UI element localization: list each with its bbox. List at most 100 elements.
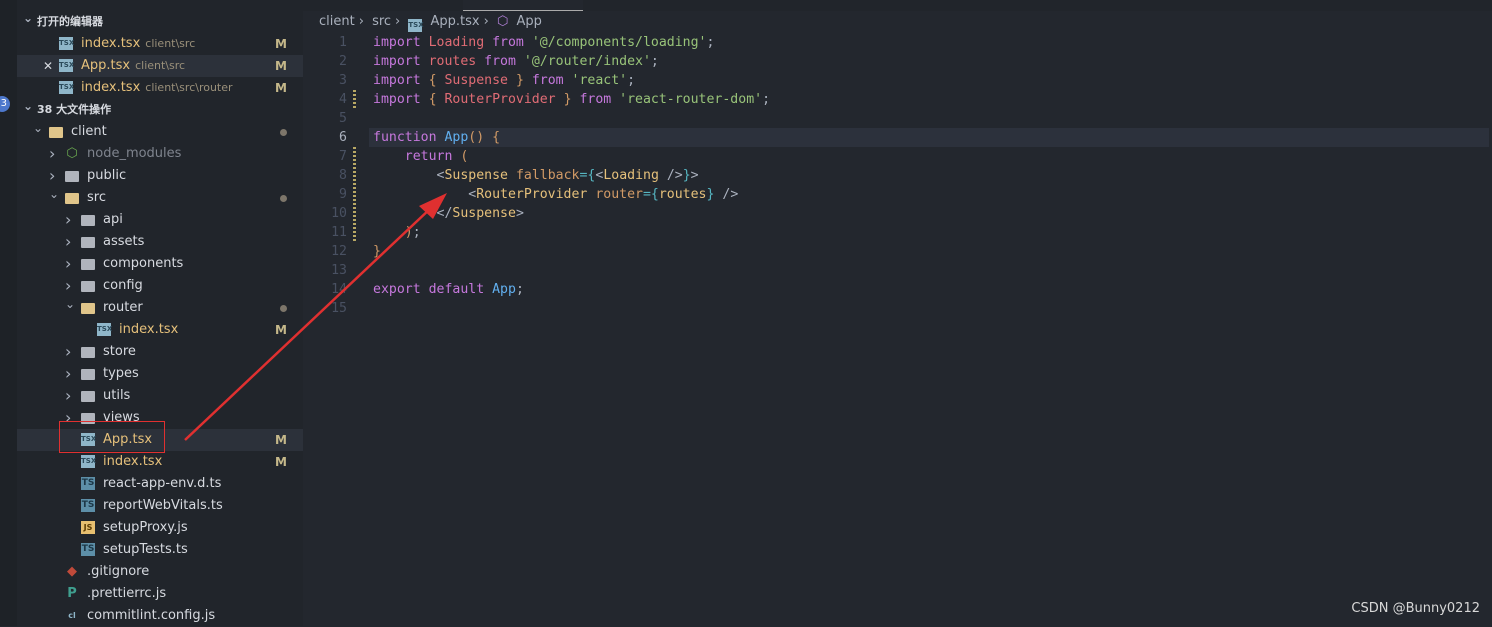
code-line[interactable]: } [373, 242, 381, 261]
tree-item-store[interactable]: › store [17, 341, 303, 363]
tree-item--gitignore[interactable]: ◆ .gitignore [17, 561, 303, 583]
chevron-right-icon[interactable]: › [65, 231, 75, 253]
code-line[interactable]: export default App; [373, 280, 524, 299]
section-open-editors[interactable]: ⌄ 打开的编辑器 [17, 11, 303, 33]
code-token: } [508, 73, 532, 88]
code-line[interactable]: import { Suspense } from 'react'; [373, 71, 635, 90]
file-name: assets [103, 234, 145, 249]
tree-item-reportwebvitals-ts[interactable]: TS reportWebVitals.ts [17, 495, 303, 517]
file-name: commitlint.config.js [87, 608, 216, 623]
line-number: 8 [339, 168, 347, 183]
breadcrumb-src[interactable]: src [372, 14, 391, 29]
chevron-right-icon[interactable]: › [65, 253, 75, 275]
tree-item-config[interactable]: › config [17, 275, 303, 297]
code-token: import [373, 73, 421, 88]
file-label: index.tsx client\src\router [81, 77, 233, 99]
tree-item--prettierrc-js[interactable]: P .prettierrc.js [17, 583, 303, 605]
breadcrumb-symbol[interactable]: App [516, 14, 541, 29]
chevron-right-icon[interactable]: › [65, 209, 75, 231]
tsx-file-icon: TSX [59, 59, 74, 72]
code-line[interactable]: </Suspense> [373, 204, 524, 223]
tree-item-types[interactable]: › types [17, 363, 303, 385]
tree-item-utils[interactable]: › utils [17, 385, 303, 407]
breadcrumb-client[interactable]: client [319, 14, 355, 29]
modified-dot-icon [280, 129, 287, 136]
file-name: components [103, 256, 184, 271]
code-line[interactable]: import Loading from '@/components/loadin… [373, 33, 714, 52]
file-name: index.tsx [81, 80, 141, 95]
file-name: config [103, 278, 143, 293]
tab-app-tsx[interactable] [463, 0, 583, 11]
tree-item-components[interactable]: › components [17, 253, 303, 275]
source-control-badge: 3 [0, 96, 10, 112]
line-number: 5 [339, 111, 347, 126]
code-token: default [420, 282, 485, 297]
line-number: 7 [339, 149, 347, 164]
chevron-right-icon[interactable]: › [65, 385, 75, 407]
code-token: > [515, 206, 524, 221]
line-number: 2 [339, 54, 347, 69]
code-token: } [555, 92, 580, 107]
line-number: 6 [339, 130, 347, 145]
section-workspace[interactable]: ⌄ 38 大文件操作 [17, 99, 303, 121]
code-token: Suspense [452, 206, 516, 221]
tree-item-api[interactable]: › api [17, 209, 303, 231]
code-line[interactable]: ); [373, 223, 421, 242]
ts-file-icon: TS [81, 543, 95, 556]
tree-item-commitlint-config-js[interactable]: cl commitlint.config.js [17, 605, 303, 627]
git-status-modified: M [275, 455, 287, 469]
chevron-right-icon[interactable]: › [49, 143, 59, 165]
tree-item-src[interactable]: ⌄ src [17, 187, 303, 209]
code-line[interactable]: import routes from '@/router/index'; [373, 52, 659, 71]
open-editor-item[interactable]: ✕ TSX App.tsx client\src M [17, 55, 303, 77]
folder-icon [81, 391, 95, 402]
folder-icon [81, 237, 95, 248]
code-token: ; [627, 73, 636, 88]
close-icon[interactable]: ✕ [43, 55, 53, 77]
section-title: 38 大文件操作 [37, 103, 112, 116]
tree-item-setupproxy-js[interactable]: JS setupProxy.js [17, 517, 303, 539]
folder-icon [81, 347, 95, 358]
chevron-down-icon[interactable]: ⌄ [33, 117, 43, 139]
chevron-right-icon[interactable]: › [65, 341, 75, 363]
code-token: Suspense [444, 73, 508, 88]
open-editor-item[interactable]: TSX index.tsx client\src\router M [17, 77, 303, 99]
code-token: /> [658, 168, 683, 183]
code-line[interactable]: <RouterProvider router={routes} /> [373, 185, 738, 204]
tree-item-assets[interactable]: › assets [17, 231, 303, 253]
code-line[interactable]: import { RouterProvider } from 'react-ro… [373, 90, 770, 109]
editor: client › src › TSX App.tsx › ⬡ App 1 import … [303, 0, 1492, 626]
tree-item-index-tsx[interactable]: TSX index.tsx M [17, 319, 303, 341]
tree-item-index-tsx[interactable]: TSX index.tsx M [17, 451, 303, 473]
chevron-down-icon[interactable]: ⌄ [65, 293, 75, 315]
tree-item-client[interactable]: ⌄ client [17, 121, 303, 143]
activity-bar: 3 [0, 0, 17, 626]
code-token: { [484, 130, 501, 145]
git-status-modified: M [275, 433, 287, 447]
tree-item-react-app-env-d-ts[interactable]: TS react-app-env.d.ts [17, 473, 303, 495]
file-name: router [103, 300, 143, 315]
chevron-down-icon[interactable]: ⌄ [49, 183, 59, 205]
tree-item-router[interactable]: ⌄ router [17, 297, 303, 319]
file-name: index.tsx [81, 36, 141, 51]
folder-open-icon [81, 303, 95, 314]
file-name: store [103, 344, 136, 359]
tree-item-setuptests-ts[interactable]: TS setupTests.ts [17, 539, 303, 561]
code-line[interactable]: function App() { [373, 128, 500, 147]
tree-item-node-modules[interactable]: › ⬡ node_modules [17, 143, 303, 165]
code-line[interactable]: <Suspense fallback={<Loading />}> [373, 166, 699, 185]
code-token: ; [706, 35, 715, 50]
tsx-file-icon: TSX [97, 323, 112, 336]
code-token: ; [762, 92, 771, 107]
breadcrumb-file[interactable]: App.tsx [431, 14, 480, 29]
tsx-file-icon: TSX [81, 455, 96, 468]
section-title: 打开的编辑器 [37, 15, 103, 28]
code-line[interactable]: return ( [373, 147, 469, 166]
open-editor-item[interactable]: TSX index.tsx client\src M [17, 33, 303, 55]
line-number: 3 [339, 73, 347, 88]
code-token: } [682, 168, 691, 183]
chevron-right-icon[interactable]: › [65, 363, 75, 385]
tree-item-public[interactable]: › public [17, 165, 303, 187]
file-name: src [87, 190, 106, 205]
code-token: ; [412, 225, 421, 240]
